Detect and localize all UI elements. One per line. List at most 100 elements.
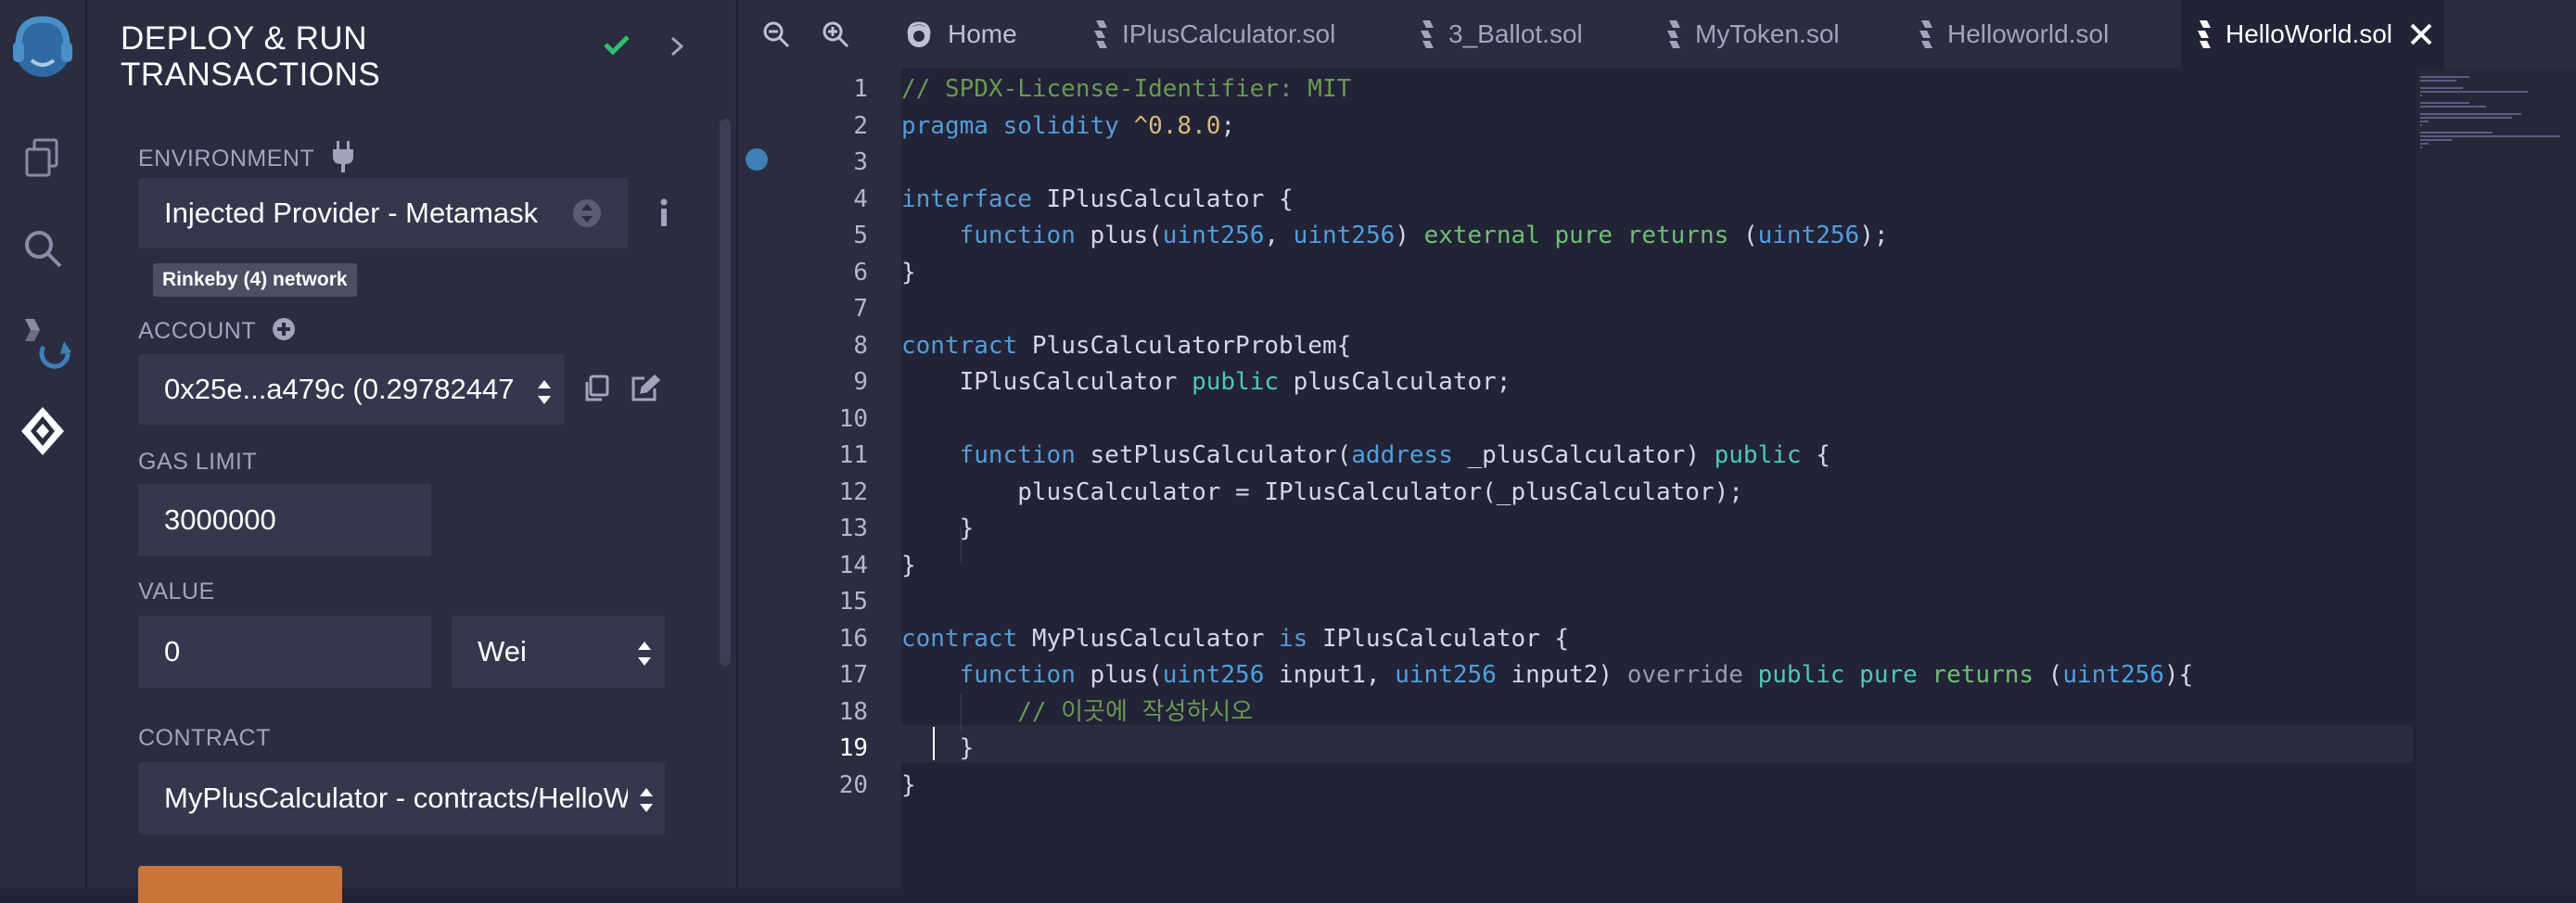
- minimap-line: [2420, 146, 2422, 148]
- account-label-text: ACCOUNT: [138, 318, 256, 345]
- code-line: }: [901, 770, 916, 799]
- minimap-line: [2420, 87, 2463, 89]
- text-caret: [933, 727, 935, 760]
- environment-select[interactable]: Injected Provider - Metamask: [138, 178, 628, 248]
- close-icon[interactable]: [2409, 22, 2433, 46]
- value-unit-select[interactable]: Wei: [452, 616, 665, 688]
- code-line: // SPDX-License-Identifier: MIT: [901, 75, 1352, 103]
- environment-label: ENVIRONMENT: [138, 141, 354, 179]
- icon-rail: [0, 0, 87, 888]
- code-line: contract MyPlusCalculator is IPlusCalcul…: [901, 624, 1570, 653]
- tab-helloworld-lower[interactable]: Helloworld.sol: [1908, 0, 2118, 69]
- select-arrows-icon: [637, 640, 652, 673]
- line-number: 17: [838, 661, 868, 689]
- deploy-run-icon[interactable]: [0, 399, 85, 464]
- tab-iplus-label: IPlusCalculator.sol: [1122, 19, 1336, 48]
- line-number: 18: [838, 697, 868, 726]
- contract-select[interactable]: MyPlusCalculator - contracts/HelloW: [138, 762, 665, 834]
- panel-scrollbar[interactable]: [720, 119, 731, 666]
- file-explorer-icon[interactable]: [0, 130, 85, 185]
- select-arrows-icon: [572, 198, 602, 235]
- tab-home-label: Home: [948, 19, 1017, 48]
- code-editor[interactable]: 1 2 3 4 5 6 7 8 9 10 11 12 13 14 15 16 17 18 19 20 // SPDX-…: [738, 69, 2576, 888]
- zoom-in-icon[interactable]: [822, 0, 849, 69]
- line-number: 6: [853, 258, 868, 286]
- account-select[interactable]: 0x25e...a479c (0.29782447: [138, 354, 565, 425]
- solidity-file-icon: [2196, 20, 2213, 48]
- tab-helloworld-active[interactable]: HelloWorld.sol: [2181, 0, 2444, 69]
- account-select-value: 0x25e...a479c (0.29782447: [164, 373, 515, 405]
- code-line: plusCalculator = IPlusCalculator(_plusCa…: [901, 477, 1743, 506]
- code-line: // 이곳에 작성하시오: [901, 697, 1254, 726]
- tab-home[interactable]: Home: [894, 0, 1027, 69]
- minimap-line: [2420, 135, 2561, 137]
- value-input[interactable]: 0: [138, 616, 431, 688]
- line-gutter: 1 2 3 4 5 6 7 8 9 10 11 12 13 14 15 16 17 18 19 20: [738, 69, 901, 888]
- line-number: 5: [853, 222, 868, 249]
- code-line: }: [901, 515, 975, 542]
- minimap-line: [2420, 91, 2528, 93]
- minimap-line: [2420, 124, 2422, 126]
- account-label: ACCOUNT: [138, 317, 296, 348]
- gas-limit-value: 3000000: [164, 503, 276, 536]
- minimap-line: [2420, 121, 2429, 122]
- solidity-compiler-icon[interactable]: [0, 312, 85, 376]
- panel-title-line2: TRANSACTIONS: [121, 57, 381, 93]
- tab-helloworld-active-label: HelloWorld.sol: [2225, 19, 2392, 48]
- code-line: }: [901, 551, 916, 579]
- code-content[interactable]: // SPDX-License-Identifier: MIT pragma so…: [901, 69, 2413, 888]
- code-line: function setPlusCalculator(address _plus…: [959, 441, 1830, 469]
- line-number: 2: [853, 111, 868, 140]
- tab-ballot-label: 3_Ballot.sol: [1448, 19, 1583, 48]
- line-number: 19: [838, 734, 868, 762]
- edit-icon[interactable]: [631, 374, 661, 407]
- deploy-run-panel: DEPLOY & RUN TRANSACTIONS ENVIRONMENT In…: [87, 0, 738, 903]
- code-line: }: [901, 734, 975, 762]
- search-icon[interactable]: [0, 221, 85, 276]
- contract-label: CONTRACT: [138, 725, 271, 751]
- tab-mytoken[interactable]: MyToken.sol: [1656, 0, 1849, 69]
- line-number: 16: [838, 624, 868, 653]
- tab-ballot[interactable]: 3_Ballot.sol: [1409, 0, 1592, 69]
- remix-home-icon: [903, 19, 935, 50]
- minimap-line: [2420, 102, 2469, 104]
- zoom-out-icon[interactable]: [762, 0, 790, 69]
- breakpoint-marker[interactable]: [746, 148, 768, 171]
- minimap-line: [2420, 117, 2512, 119]
- deploy-button[interactable]: [138, 866, 342, 903]
- minimap-line: [2420, 80, 2457, 82]
- environment-select-value: Injected Provider - Metamask: [164, 197, 539, 229]
- info-icon[interactable]: [658, 198, 670, 231]
- contract-select-value: MyPlusCalculator - contracts/HelloW: [164, 782, 628, 814]
- line-number: 1: [853, 75, 868, 103]
- code-line: function plus(uint256, uint256) external…: [959, 222, 1889, 249]
- copy-icon[interactable]: [582, 375, 610, 407]
- minimap-line: [2420, 132, 2493, 134]
- panel-title: DEPLOY & RUN TRANSACTIONS: [121, 20, 510, 93]
- gas-limit-input[interactable]: 3000000: [138, 484, 431, 556]
- value-label: VALUE: [138, 579, 215, 604]
- minimap-line: [2420, 106, 2487, 108]
- line-number: 4: [853, 184, 868, 213]
- minimap-line: [2420, 95, 2422, 96]
- add-account-icon[interactable]: [272, 317, 296, 348]
- line-number: 12: [838, 477, 868, 506]
- tab-mytoken-label: MyToken.sol: [1695, 19, 1840, 48]
- tab-iplus-calculator[interactable]: IPlusCalculator.sol: [1083, 0, 1345, 69]
- code-line: contract PlusCalculatorProblem{: [901, 331, 1352, 360]
- chevron-right-icon[interactable]: [670, 35, 684, 62]
- solidity-file-icon: [1918, 20, 1934, 48]
- solidity-file-icon: [1092, 20, 1109, 48]
- solidity-file-icon: [1665, 20, 1682, 48]
- value-amount: 0: [164, 635, 181, 668]
- remix-logo-icon[interactable]: [0, 6, 85, 85]
- code-line: interface IPlusCalculator {: [901, 184, 1294, 213]
- editor-tabs: Home IPlusCalculator.sol 3_Ballot.sol My…: [738, 0, 2576, 69]
- environment-label-text: ENVIRONMENT: [138, 146, 314, 172]
- minimap-line: [2420, 76, 2469, 78]
- check-icon: [603, 33, 631, 60]
- tab-helloworld-lower-label: Helloworld.sol: [1947, 19, 2110, 48]
- minimap-line: [2420, 113, 2521, 115]
- minimap[interactable]: [2417, 69, 2576, 888]
- plug-icon: [332, 141, 354, 179]
